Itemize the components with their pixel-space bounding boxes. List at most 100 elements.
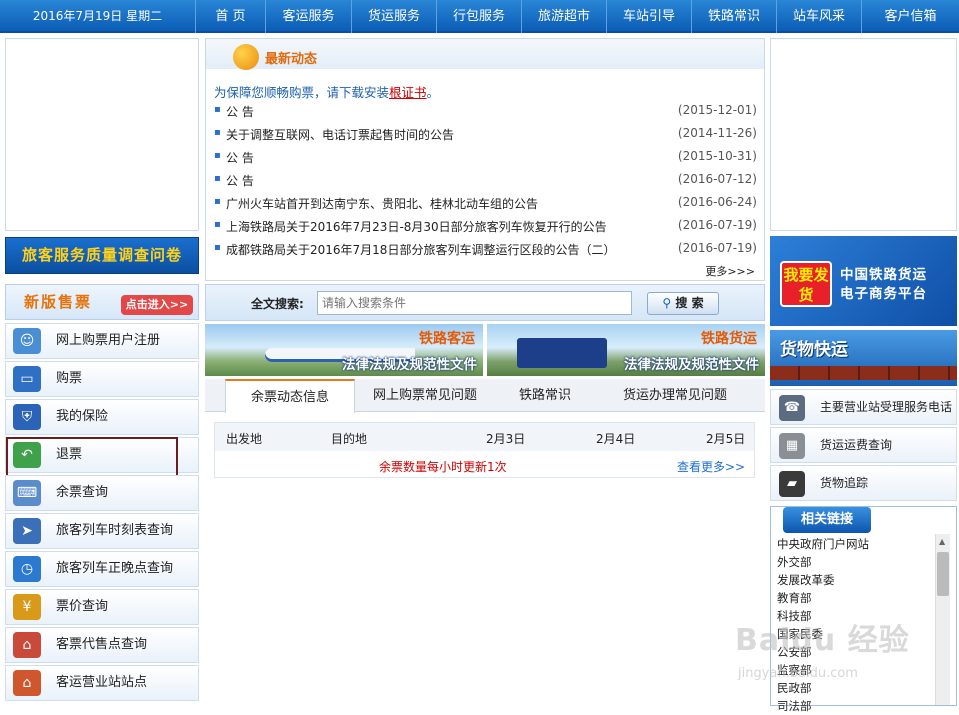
- news-item-date: (2015-12-01): [677, 103, 757, 117]
- menu-my-insurance[interactable]: ⛨ 我的保险: [5, 399, 199, 435]
- nav-freight-service[interactable]: 货运服务: [351, 0, 436, 33]
- news-item[interactable]: ▪ 广州火车站首开到达南宁东、贵阳北、桂林北动车组的公告 (2016-06-24…: [214, 195, 757, 217]
- tab-remaining-tickets[interactable]: 余票动态信息: [225, 379, 355, 413]
- tab-railway-knowledge[interactable]: 铁路常识: [495, 379, 595, 412]
- menu-buy-ticket[interactable]: ▭ 购票: [5, 361, 199, 397]
- update-note: 余票数量每小时更新1次: [379, 460, 507, 474]
- freight-locomotive-icon: [517, 338, 607, 368]
- nav-passenger-service[interactable]: 客运服务: [265, 0, 351, 33]
- news-item-date: (2016-07-19): [677, 241, 757, 255]
- link-item[interactable]: 外交部: [777, 553, 937, 571]
- nav-travel-market[interactable]: 旅游超市: [521, 0, 606, 33]
- news-item-date: (2016-06-24): [677, 195, 757, 209]
- news-item[interactable]: ▪ 上海铁路局关于2016年7月23日-8月30日部分旅客列车恢复开行的公告 (…: [214, 218, 757, 240]
- banner-title: 铁路客运: [419, 331, 475, 347]
- menu-label: 客运营业站站点: [56, 675, 148, 690]
- bullet-icon: ▪: [214, 104, 221, 115]
- menu-freight-fee[interactable]: ▦ 货运运费查询: [770, 427, 957, 463]
- news-item[interactable]: ▪ 关于调整互联网、电话订票起售时间的公告 (2014-11-26): [214, 126, 757, 148]
- menu-agency-query[interactable]: ⌂ 客票代售点查询: [5, 627, 199, 663]
- news-item-title[interactable]: 广州火车站首开到达南宁东、贵阳北、桂林北动车组的公告: [226, 195, 538, 212]
- news-more-link[interactable]: 更多>>>: [705, 263, 755, 279]
- news-item-title[interactable]: 成都铁路局关于2016年7月18日部分旅客列车调整运行区段的公告（二）: [226, 241, 615, 258]
- search-input[interactable]: [317, 291, 632, 315]
- menu-service-phone[interactable]: ☎ 主要营业站受理服务电话: [770, 389, 957, 425]
- bullet-icon: ▪: [214, 196, 221, 207]
- menu-label: 旅客列车正晚点查询: [56, 561, 174, 576]
- menu-stations[interactable]: ⌂ 客运营业站站点: [5, 665, 199, 701]
- news-item[interactable]: ▪ 成都铁路局关于2016年7月18日部分旅客列车调整运行区段的公告（二） (2…: [214, 241, 757, 263]
- menu-delay-query[interactable]: ◷ 旅客列车正晚点查询: [5, 551, 199, 587]
- survey-banner[interactable]: 旅客服务质量调查问卷: [5, 237, 199, 274]
- link-item[interactable]: 民政部: [777, 679, 937, 697]
- links-scrollbar[interactable]: ▲: [935, 534, 950, 705]
- express-title: 货物快运: [780, 340, 848, 360]
- nav-station-style[interactable]: 站车风采: [776, 0, 861, 33]
- baidu-watermark: Baidu 经验: [735, 623, 910, 658]
- menu-label: 网上购票用户注册: [56, 333, 161, 348]
- news-item-title[interactable]: 上海铁路局关于2016年7月23日-8月30日部分旅客列车恢复开行的公告: [226, 218, 607, 235]
- cert-tip-suffix: 。: [426, 85, 440, 100]
- ship-goods-button[interactable]: 我要发货: [780, 261, 832, 307]
- menu-fare-query[interactable]: ¥ 票价查询: [5, 589, 199, 625]
- news-item-date: (2016-07-12): [677, 172, 757, 186]
- menu-label: 货物追踪: [820, 476, 869, 490]
- menu-timetable[interactable]: ➤ 旅客列车时刻表查询: [5, 513, 199, 549]
- cert-tip-text: 为保障您顺畅购票，请下载安装: [214, 85, 390, 100]
- nav-station-guide[interactable]: 车站引导: [606, 0, 691, 33]
- news-item-title[interactable]: 公 告: [226, 172, 254, 189]
- info-tabs: 余票动态信息 网上购票常见问题 铁路常识 货运办理常见问题: [205, 379, 765, 413]
- nav-home[interactable]: 首 页: [195, 0, 265, 33]
- train-icon: ➤: [13, 518, 41, 544]
- menu-remaining-tickets[interactable]: ⌨ 余票查询: [5, 475, 199, 511]
- news-item-title[interactable]: 关于调整互联网、电话订票起售时间的公告: [226, 126, 454, 143]
- search-button[interactable]: ⚲ 搜 索: [647, 292, 719, 315]
- menu-user-register[interactable]: ☺ 网上购票用户注册: [5, 323, 199, 359]
- banner-subtitle: 法律法规及规范性文件: [342, 357, 477, 373]
- news-item-title[interactable]: 公 告: [226, 103, 254, 120]
- menu-label: 购票: [56, 371, 83, 386]
- news-header: 最新动态: [206, 39, 764, 70]
- link-item[interactable]: 发展改革委: [777, 571, 937, 589]
- new-sale-enter-button[interactable]: 点击进入>>: [121, 295, 193, 315]
- news-item[interactable]: ▪ 公 告 (2015-12-01): [214, 103, 757, 125]
- freight-ad-line2: 电子商务平台: [840, 286, 927, 302]
- menu-label: 主要营业站受理服务电话: [820, 400, 953, 414]
- menu-cargo-tracking[interactable]: ▰ 货物追踪: [770, 465, 957, 501]
- news-item[interactable]: ▪ 公 告 (2015-10-31): [214, 149, 757, 171]
- menu-label: 票价查询: [56, 599, 109, 614]
- bullet-icon: ▪: [214, 242, 221, 253]
- related-links-title: 相关链接: [783, 507, 871, 533]
- nav-customer-mailbox[interactable]: 客户信箱: [861, 0, 959, 33]
- view-more-link[interactable]: 查看更多>>: [677, 458, 745, 475]
- column-header: 2月4日: [596, 432, 636, 446]
- nav-luggage-service[interactable]: 行包服务: [436, 0, 521, 33]
- link-item[interactable]: 教育部: [777, 589, 937, 607]
- link-item[interactable]: 中央政府门户网站: [777, 535, 937, 553]
- search-bar: 全文搜索: ⚲ 搜 索: [205, 284, 765, 321]
- bullet-icon: ▪: [214, 219, 221, 230]
- search-button-label: 搜 索: [675, 296, 704, 310]
- search-label: 全文搜索:: [251, 297, 304, 311]
- freight-law-banner[interactable]: 铁路货运 法律法规及规范性文件: [487, 324, 765, 376]
- express-banner[interactable]: 货物快运: [770, 330, 957, 386]
- tab-freight-faq[interactable]: 货运办理常见问题: [605, 379, 745, 412]
- bullet-icon: ▪: [214, 173, 221, 184]
- link-item[interactable]: 司法部: [777, 697, 937, 715]
- nav-railway-knowledge[interactable]: 铁路常识: [691, 0, 776, 33]
- column-header: 2月3日: [486, 432, 526, 446]
- tab-online-faq[interactable]: 网上购票常见问题: [355, 379, 495, 412]
- yuan-icon: ¥: [13, 594, 41, 620]
- freight-ecommerce-banner[interactable]: 我要发货 中国铁路货运 电子商务平台: [770, 236, 957, 326]
- column-header: 2月5日: [706, 432, 746, 446]
- news-item[interactable]: ▪ 公 告 (2016-07-12): [214, 172, 757, 194]
- news-item-title[interactable]: 公 告: [226, 149, 254, 166]
- passenger-law-banner[interactable]: 铁路客运 法律法规及规范性文件: [205, 324, 483, 376]
- menu-label: 我的保险: [56, 409, 109, 424]
- root-cert-link[interactable]: 根证书: [389, 85, 427, 100]
- table-header: 出发地 目的地 2月3日 2月4日 2月5日: [215, 423, 754, 451]
- menu-label: 余票查询: [56, 485, 109, 500]
- scroll-thumb[interactable]: [937, 552, 949, 596]
- new-sale-banner[interactable]: 新版售票 点击进入>>: [5, 284, 199, 320]
- scroll-up-icon[interactable]: ▲: [939, 537, 945, 546]
